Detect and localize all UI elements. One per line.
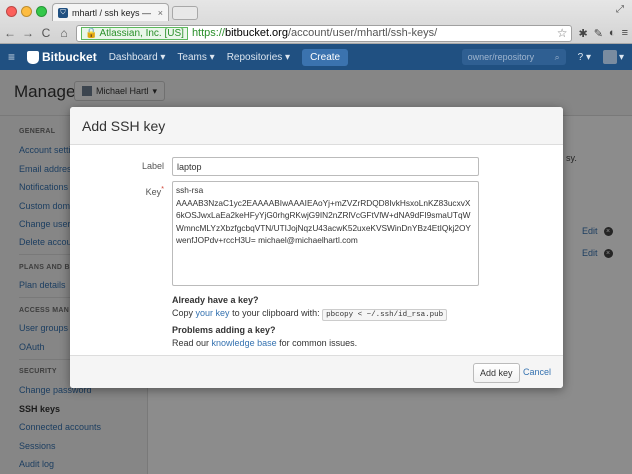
repository-search[interactable]: owner/repository ⌕ — [461, 49, 566, 65]
key-field-label: Key* — [74, 184, 164, 197]
address-bar[interactable]: 🔒 Atlassian, Inc. [US] https://bitbucket.… — [76, 24, 573, 42]
help-text: Copy — [172, 308, 194, 318]
browser-menu-icon[interactable]: ≡ — [622, 27, 628, 39]
new-tab-button[interactable] — [172, 6, 198, 20]
lock-icon: 🔒 — [85, 27, 98, 39]
url-scheme: https:// — [191, 27, 225, 39]
nav-teams[interactable]: Teams ▾ — [177, 52, 214, 63]
search-placeholder: owner/repository — [467, 52, 535, 62]
bitbucket-bucket-icon — [27, 50, 40, 64]
avatar — [602, 50, 617, 64]
reload-icon[interactable]: C — [40, 26, 52, 40]
knowledge-base-link[interactable]: knowledge base — [212, 338, 277, 348]
home-icon[interactable]: ⌂ — [58, 26, 70, 40]
help-text-knowledge-base: Read our knowledge base for common issue… — [172, 338, 357, 348]
url-host: bitbucket.org — [224, 27, 288, 39]
ev-label: Atlassian, Inc. [US] — [99, 27, 184, 39]
extension-gear-icon[interactable]: ✱ — [578, 27, 587, 40]
nav-repositories[interactable]: Repositories ▾ — [227, 52, 290, 63]
dialog-footer: Add key Cancel — [70, 355, 563, 388]
user-menu[interactable]: ▾ — [602, 50, 624, 64]
help-text: to your clipboard with: — [232, 308, 320, 318]
help-heading-have-key: Already have a key? — [172, 295, 259, 305]
app-switcher-icon[interactable]: ≡ — [8, 50, 15, 64]
extension-bulb-icon[interactable]: ◐ — [609, 27, 616, 39]
app-header: ≡ Bitbucket Dashboard ▾ Teams ▾ Reposito… — [0, 44, 632, 70]
browser-tab[interactable]: ⛉ mhartl / ssh keys — Bitbu × — [52, 3, 169, 21]
help-heading-problems: Problems adding a key? — [172, 325, 276, 335]
required-marker: * — [161, 184, 164, 193]
fullscreen-icon[interactable]: ⤢ — [616, 4, 624, 15]
url-path: /account/user/mhartl/ssh-keys/ — [287, 27, 438, 39]
tab-close-icon[interactable]: × — [158, 8, 163, 18]
extension-pen-icon[interactable]: ✎ — [594, 27, 603, 40]
create-button[interactable]: Create — [302, 48, 349, 66]
bitbucket-favicon-icon: ⛉ — [58, 7, 68, 18]
window-close-button[interactable] — [6, 6, 17, 17]
add-ssh-key-dialog: Add SSH key Label Key* ssh-rsa AAAAB3Nza… — [70, 107, 563, 388]
window-controls — [6, 6, 47, 17]
navigation-bar: ← → C ⌂ 🔒 Atlassian, Inc. [US] https://bi… — [0, 22, 632, 44]
cancel-link[interactable]: Cancel — [523, 367, 551, 377]
help-text-copy-key: Copy your key to your clipboard with: pb… — [172, 308, 448, 321]
help-text: Read our — [172, 338, 210, 348]
label-input[interactable] — [172, 157, 479, 176]
your-key-link[interactable]: your key — [196, 308, 230, 318]
window-minimize-button[interactable] — [21, 6, 32, 17]
label-field-label: Label — [141, 161, 164, 171]
key-textarea[interactable]: ssh-rsa AAAAB3NzaC1yc2EAAAABIwAAAIEAoYj+… — [172, 181, 479, 286]
tab-title: mhartl / ssh keys — Bitbu — [72, 7, 154, 18]
key-label-text: Key — [145, 187, 162, 197]
pbcopy-command: pbcopy < ~/.ssh/id_rsa.pub — [322, 309, 448, 321]
help-text: for common issues. — [279, 338, 358, 348]
nav-dashboard[interactable]: Dashboard ▾ — [109, 52, 166, 63]
bitbucket-logo[interactable]: Bitbucket — [27, 50, 97, 64]
add-key-button[interactable]: Add key — [473, 363, 520, 383]
back-icon[interactable]: ← — [4, 26, 16, 40]
bookmark-star-icon[interactable]: ☆ — [557, 26, 568, 40]
forward-icon[interactable]: → — [22, 26, 34, 40]
dialog-header: Add SSH key — [70, 107, 563, 145]
window-maximize-button[interactable] — [36, 6, 47, 17]
logo-text: Bitbucket — [42, 50, 97, 64]
dialog-title: Add SSH key — [82, 118, 166, 134]
help-menu[interactable]: ? ▾ — [578, 52, 591, 63]
search-icon: ⌕ — [554, 51, 560, 62]
chevron-down-icon: ▾ — [618, 51, 624, 63]
url: https://bitbucket.org/account/user/mhart… — [192, 27, 437, 39]
ev-certificate-badge[interactable]: 🔒 Atlassian, Inc. [US] — [81, 26, 188, 40]
browser-chrome: ⛉ mhartl / ssh keys — Bitbu × ⤢ ← → C ⌂ … — [0, 0, 632, 44]
